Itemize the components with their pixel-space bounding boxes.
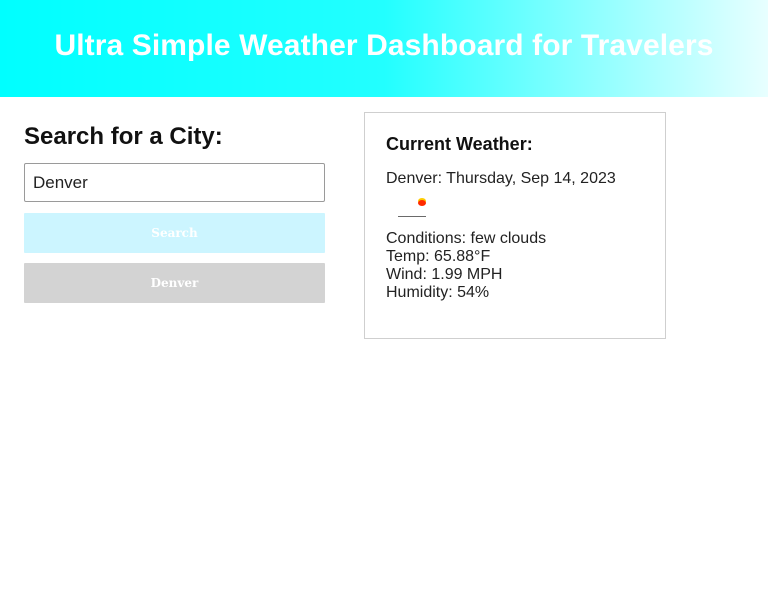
current-weather-card: Current Weather: Denver: Thursday, Sep 1… — [364, 112, 666, 339]
search-button[interactable]: Search — [24, 213, 325, 253]
weather-temp: Temp: 65.88°F — [386, 248, 491, 265]
page-title: Ultra Simple Weather Dashboard for Trave… — [54, 28, 714, 62]
weather-conditions: Conditions: few clouds — [386, 230, 547, 247]
search-panel: Search for a City: Search Denver — [24, 120, 325, 303]
city-search-input[interactable] — [24, 163, 325, 202]
current-weather-title: Current Weather: — [386, 134, 533, 154]
few-clouds-icon — [394, 192, 434, 226]
weather-city-date: Denver: Thursday, Sep 14, 2023 — [386, 170, 616, 187]
sun-glyph — [418, 200, 426, 206]
history-button-denver[interactable]: Denver — [24, 263, 325, 303]
weather-humidity: Humidity: 54% — [386, 284, 490, 301]
page-header: Ultra Simple Weather Dashboard for Trave… — [0, 0, 768, 97]
cloud-glyph — [398, 216, 426, 217]
search-title: Search for a City: — [24, 123, 223, 150]
weather-wind: Wind: 1.99 MPH — [386, 266, 503, 283]
